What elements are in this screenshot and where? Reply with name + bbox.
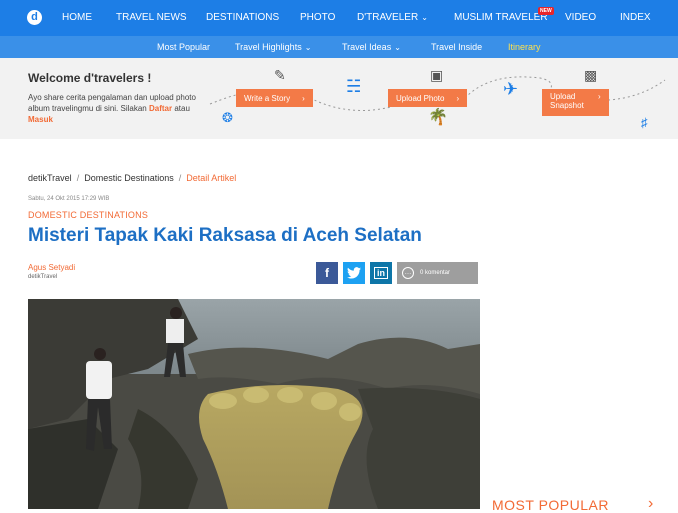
linkedin-share-button[interactable]: in: [370, 262, 392, 284]
sub-navigation: Most Popular Travel Highlights ⌄ Travel I…: [0, 36, 678, 58]
signpost-icon: ☵: [346, 77, 362, 96]
new-badge: NEW: [538, 7, 554, 15]
breadcrumb-separator: /: [178, 173, 182, 183]
upload-photo-button[interactable]: Upload Photo ›: [388, 89, 468, 107]
breadcrumb-home[interactable]: detikTravel: [28, 173, 72, 183]
upload-snapshot-label: Upload Snapshot: [550, 92, 584, 110]
article-photo: [28, 299, 480, 509]
nav-travel-news[interactable]: TRAVEL NEWS: [116, 12, 187, 23]
write-story-button[interactable]: Write a Story ›: [236, 89, 313, 107]
welcome-banner: Welcome d'travelers ! Ayo share cerita p…: [0, 58, 678, 139]
subnav-itinerary[interactable]: Itinerary: [508, 42, 541, 52]
article-source: detikTravel: [28, 274, 58, 280]
chevron-right-icon: ›: [456, 93, 460, 103]
comment-button[interactable]: … 0 komentar: [397, 262, 478, 284]
phone-icon: ▩: [584, 67, 598, 83]
login-link[interactable]: Masuk: [28, 115, 53, 124]
chevron-down-icon: ⌄: [394, 43, 401, 52]
signup-link[interactable]: Daftar: [149, 104, 172, 113]
subnav-travel-highlights-label: Travel Highlights: [235, 42, 302, 52]
chevron-down-icon: ⌄: [421, 13, 428, 22]
comment-icon: …: [402, 267, 414, 279]
top-navigation: d HOME TRAVEL NEWS DESTINATIONS PHOTO D'…: [0, 0, 678, 36]
subnav-travel-highlights[interactable]: Travel Highlights ⌄: [235, 42, 311, 52]
twitter-share-button[interactable]: t: [343, 262, 365, 284]
detik-logo[interactable]: d: [27, 10, 42, 25]
twitter-icon: [347, 267, 361, 279]
chevron-right-icon: ›: [598, 92, 601, 101]
upload-snapshot-button[interactable]: Upload Snapshot ›: [542, 89, 609, 116]
welcome-title: Welcome d'travelers !: [28, 71, 152, 85]
or-text: atau: [174, 104, 190, 113]
camera-icon: ▣: [430, 67, 444, 83]
subnav-travel-ideas[interactable]: Travel Ideas ⌄: [342, 42, 401, 52]
pencil-icon: ✎: [274, 67, 286, 83]
breadcrumb-current: Detail Artikel: [186, 173, 237, 183]
compass-icon: ❂: [222, 110, 233, 125]
facebook-share-button[interactable]: f: [316, 262, 338, 284]
facebook-icon: f: [325, 266, 329, 280]
binoculars-icon: ♯: [641, 115, 648, 130]
publish-date: Sabtu, 24 Okt 2015 17:29 WIB: [28, 196, 110, 202]
breadcrumb: detikTravel / Domestic Destinations / Detail…: [28, 173, 236, 183]
linkedin-icon: in: [374, 267, 388, 279]
nav-destinations[interactable]: DESTINATIONS: [206, 12, 279, 23]
nav-photo[interactable]: PHOTO: [300, 12, 335, 23]
palm-tree-icon: 🌴: [428, 109, 448, 126]
subnav-travel-ideas-label: Travel Ideas: [342, 42, 392, 52]
nav-dtraveler[interactable]: D'TRAVELER ⌄: [357, 12, 428, 23]
nav-home[interactable]: HOME: [62, 12, 92, 23]
nav-muslim-traveler[interactable]: MUSLIM TRAVELER: [454, 12, 548, 23]
chevron-right-icon[interactable]: ›: [648, 495, 653, 513]
welcome-text: Ayo share cerita pengalaman dan upload p…: [28, 92, 208, 125]
nav-index[interactable]: INDEX: [620, 12, 651, 23]
breadcrumb-separator: /: [76, 173, 80, 183]
upload-photo-label: Upload Photo: [396, 93, 445, 103]
breadcrumb-section[interactable]: Domestic Destinations: [84, 173, 174, 183]
comment-count: 0 komentar: [420, 270, 451, 276]
chevron-down-icon: ⌄: [304, 43, 312, 52]
article-category[interactable]: DOMESTIC DESTINATIONS: [28, 210, 148, 220]
subnav-travel-inside[interactable]: Travel Inside: [431, 42, 482, 52]
nav-dtraveler-label: D'TRAVELER: [357, 12, 419, 23]
article-author[interactable]: Agus Setyadi: [28, 263, 75, 272]
write-story-label: Write a Story: [244, 93, 291, 103]
article-title: Misteri Tapak Kaki Raksasa di Aceh Selat…: [28, 225, 422, 246]
chevron-right-icon: ›: [302, 93, 305, 103]
nav-video[interactable]: VIDEO: [565, 12, 596, 23]
most-popular-heading[interactable]: MOST POPULAR: [492, 497, 609, 513]
subnav-most-popular[interactable]: Most Popular: [157, 42, 210, 52]
airplane-icon: ✈: [503, 79, 519, 99]
footprint-rock-photo: [28, 299, 480, 509]
